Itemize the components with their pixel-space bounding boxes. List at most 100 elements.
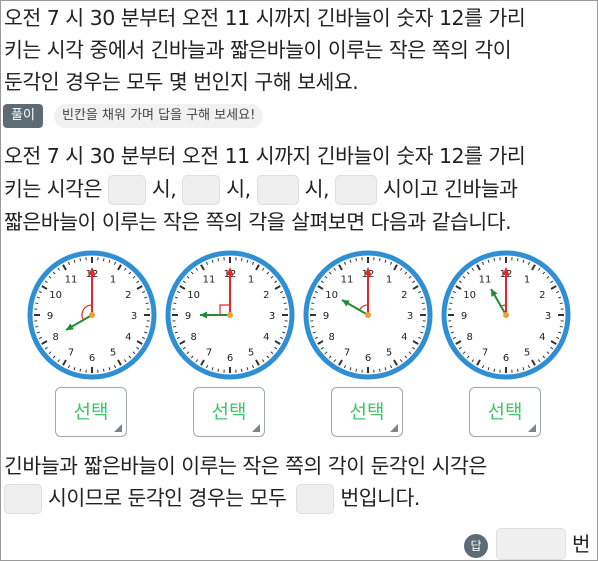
clock-number: 1 (248, 275, 254, 286)
center-pin (227, 312, 233, 318)
clock-number: 5 (524, 347, 530, 358)
clock-number: 3 (407, 311, 413, 322)
clock-1: 121234567891011 (27, 250, 157, 380)
solution-line-2-prefix: 키는 시각은 (4, 177, 102, 201)
tick-mark (378, 258, 381, 262)
clock-number: 9 (323, 311, 329, 322)
dropdown-triangle-icon (114, 424, 122, 432)
clock-number: 11 (341, 275, 354, 286)
solution-line-3: 짧은바늘이 이루는 작은 쪽의 각을 살펴보면 다음과 같습니다. (4, 210, 512, 234)
tick-mark (283, 325, 287, 328)
solution-line-2-suffix: 시이고 긴바늘과 (383, 177, 518, 201)
dropdown-triangle-icon (528, 424, 536, 432)
clock-number: 1 (110, 275, 116, 286)
clock-number: 7 (482, 347, 488, 358)
clock-number: 6 (227, 353, 233, 364)
tick-mark (240, 258, 243, 262)
clock-number: 5 (386, 347, 392, 358)
tick-mark (493, 368, 496, 372)
clock-number: 6 (365, 353, 371, 364)
tick-mark (559, 302, 563, 305)
tick-mark (493, 258, 496, 262)
conclusion-mid: 시이므로 둔각인 경우는 모두 (48, 486, 287, 510)
center-pin (89, 312, 95, 318)
select-label: 선택 (73, 401, 109, 423)
sep-1: 시, (151, 177, 177, 201)
clock-3: 121234567891011 (303, 250, 433, 380)
clock-number: 4 (125, 332, 131, 343)
clock-number: 8 (52, 332, 58, 343)
clock-number: 9 (185, 311, 191, 322)
select-label: 선택 (211, 401, 247, 423)
clock-number: 11 (65, 275, 78, 286)
tick-mark (35, 302, 39, 305)
clock-number: 11 (203, 275, 216, 286)
clock-number: 8 (190, 332, 196, 343)
obtuse-time-blank[interactable] (4, 484, 42, 514)
center-pin (365, 312, 371, 318)
tick-mark (283, 302, 287, 305)
clock-number: 7 (344, 347, 350, 358)
tick-mark (449, 302, 453, 305)
tick-mark (559, 325, 563, 328)
tick-mark (240, 368, 243, 372)
hint-bubble: 빈칸을 채워 가며 답을 구해 보세요! (54, 104, 264, 128)
tick-mark (173, 325, 177, 328)
clock-number: 10 (463, 290, 476, 301)
select-label: 선택 (487, 401, 523, 423)
sep-2: 시, (226, 177, 251, 201)
clock-number: 10 (187, 290, 200, 301)
clock-number: 8 (466, 332, 472, 343)
sep-3: 시, (304, 177, 330, 201)
tick-mark (355, 368, 358, 372)
clock-number: 5 (110, 347, 116, 358)
tick-mark (311, 325, 315, 328)
conclusion-end: 번입니다. (340, 486, 420, 510)
tick-mark (217, 368, 220, 372)
count-blank[interactable] (296, 484, 335, 514)
hour-blank-4[interactable] (335, 175, 377, 205)
clock-2: 121234567891011 (165, 250, 295, 380)
solution-line-1: 오전 7 시 30 분부터 오전 11 시까지 긴바늘이 숫자 12를 가리 (4, 144, 526, 168)
tick-mark (311, 302, 315, 305)
select-clock-2[interactable]: 선택 (193, 387, 265, 437)
tick-mark (79, 368, 82, 372)
clock-number: 10 (49, 290, 62, 301)
clock-number: 4 (401, 332, 407, 343)
tick-mark (378, 368, 381, 372)
clock-number: 2 (263, 290, 269, 301)
clock-number: 2 (539, 290, 545, 301)
clock-number: 4 (263, 332, 269, 343)
clock-4: 121234567891011 (441, 250, 571, 380)
problem-text: 오전 7 시 30 분부터 오전 11 시까지 긴바늘이 숫자 12를 가리 키… (4, 2, 594, 98)
tick-mark (449, 325, 453, 328)
conclusion-line-2: 시이므로 둔각인 경우는 모두 번입니다. (4, 482, 596, 514)
clock-number: 2 (401, 290, 407, 301)
tick-mark (516, 368, 519, 372)
tick-mark (35, 325, 39, 328)
select-label: 선택 (349, 401, 385, 423)
tick-mark (355, 258, 358, 262)
hour-blank-3[interactable] (256, 175, 299, 205)
tick-mark (421, 325, 425, 328)
conclusion-line-1: 긴바늘과 짧은바늘이 이루는 작은 쪽의 각이 둔각인 시각은 (4, 454, 487, 478)
dropdown-triangle-icon (390, 424, 398, 432)
clock-number: 1 (386, 275, 392, 286)
clock-number: 1 (524, 275, 530, 286)
clock-number: 5 (248, 347, 254, 358)
answer-unit: 번 (572, 532, 591, 556)
clock-number: 11 (479, 275, 492, 286)
hour-blank-1[interactable] (107, 175, 146, 205)
clock-number: 2 (125, 290, 131, 301)
hour-blank-2[interactable] (182, 175, 221, 205)
tick-mark (145, 325, 149, 328)
tick-mark (102, 258, 105, 262)
select-clock-1[interactable]: 선택 (55, 387, 127, 437)
answer-input[interactable] (496, 528, 566, 560)
clock-number: 7 (206, 347, 212, 358)
clock-number: 4 (539, 332, 545, 343)
problem-line-3: 둔각인 경우는 모두 몇 번인지 구해 보세요. (4, 70, 359, 94)
select-clock-3[interactable]: 선택 (331, 387, 403, 437)
clock-number: 6 (89, 353, 95, 364)
select-clock-4[interactable]: 선택 (469, 387, 541, 437)
